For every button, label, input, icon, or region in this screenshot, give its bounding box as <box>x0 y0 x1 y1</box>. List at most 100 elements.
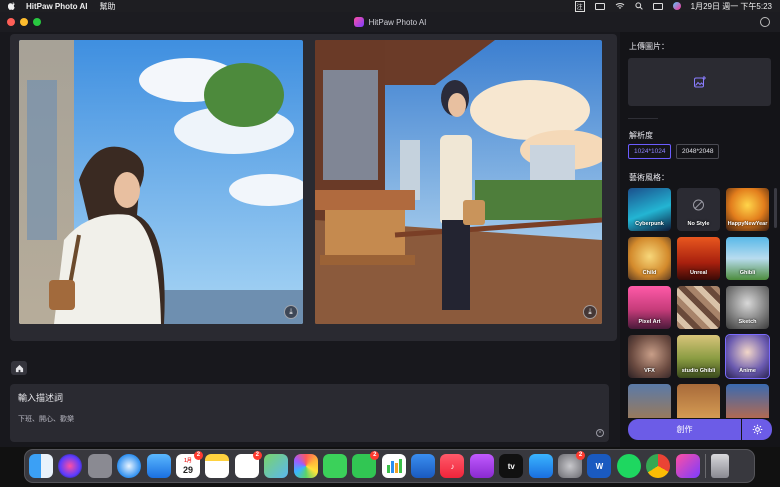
window-title-text: HitPaw Photo AI <box>368 17 427 27</box>
style-label: Anime <box>739 368 756 374</box>
word-label: W <box>595 461 604 471</box>
apple-icon[interactable] <box>8 2 16 10</box>
resolution-2048-button[interactable]: 2048*2048 <box>676 144 720 159</box>
settings-badge: 2 <box>576 451 586 460</box>
style-label: Child <box>642 270 657 276</box>
style-more-1[interactable] <box>628 384 671 418</box>
facetime-badge: 2 <box>370 451 380 460</box>
upload-image-area[interactable] <box>628 58 771 106</box>
numbers-chart-icon <box>386 459 402 473</box>
dock-keynote-icon[interactable] <box>411 454 436 478</box>
style-label: studio Ghibli <box>681 368 716 374</box>
style-label: Sketch <box>738 319 757 325</box>
dock-launchpad-icon[interactable] <box>87 454 112 478</box>
dock-music-icon[interactable]: ♪ <box>440 454 465 478</box>
control-center-icon[interactable] <box>652 2 663 10</box>
style-pixel-art[interactable]: Pixel Art <box>628 286 671 329</box>
art-style-title: 藝術風格： <box>629 173 669 182</box>
clear-prompt-icon[interactable]: × <box>596 429 604 437</box>
style-vfx[interactable]: VFX <box>628 335 671 378</box>
style-grid-scrollbar[interactable] <box>774 188 777 228</box>
input-method-indicator[interactable]: 注 <box>574 0 585 12</box>
style-happynewyear[interactable]: HappyNewYear <box>726 188 769 231</box>
generated-images-area: ⤓ ⤓ <box>10 34 617 341</box>
generated-image-1-art <box>19 40 303 324</box>
menubar-help[interactable]: 幫助 <box>99 1 115 12</box>
no-style-icon <box>693 199 704 211</box>
style-anime[interactable]: Anime <box>725 334 770 379</box>
style-sketch[interactable]: Sketch <box>726 286 769 329</box>
menubar-app-name[interactable]: HitPaw Photo AI <box>26 2 87 11</box>
generated-image-2-art <box>315 40 602 324</box>
gear-icon <box>752 424 762 435</box>
settings-panel: 上傳圖片： 解析度 1024*1024 2048*2048 藝術風格： Cybe… <box>620 32 780 447</box>
style-label: HappyNewYear <box>727 221 768 227</box>
style-studio-ghibli[interactable]: studio Ghibli <box>677 335 720 378</box>
panel-divider <box>628 118 658 119</box>
dock-reminders-icon[interactable]: 2 <box>234 451 262 478</box>
dock-mail-icon[interactable] <box>146 454 171 478</box>
generated-image-2[interactable]: ⤓ <box>315 40 602 324</box>
dock-chrome-icon[interactable] <box>646 454 671 478</box>
battery-icon[interactable] <box>594 2 605 10</box>
style-label: VFX <box>644 368 655 374</box>
dock-tv-icon[interactable]: tv <box>499 454 524 478</box>
reminders-badge: 2 <box>252 451 262 460</box>
download-icon[interactable]: ⤓ <box>284 305 298 319</box>
hitpaw-logo-icon <box>353 17 364 27</box>
dock-podcasts-icon[interactable] <box>469 454 494 478</box>
style-label: Cyberpunk <box>635 221 664 227</box>
tv-label: tv <box>507 461 515 471</box>
create-button[interactable]: 創作 <box>628 419 741 440</box>
dock-hitpaw-icon[interactable] <box>675 454 700 478</box>
resolution-title: 解析度 <box>629 131 653 140</box>
dock-calendar-icon[interactable]: 1月 29 2 <box>175 451 203 478</box>
art-style-grid: Cyberpunk No Style HappyNewYear Child Un… <box>628 188 773 418</box>
style-label: Unreal <box>689 270 708 276</box>
search-icon[interactable] <box>635 2 643 10</box>
dock-spotify-icon[interactable] <box>616 454 641 478</box>
add-image-icon <box>693 76 706 88</box>
macos-menubar: HitPaw Photo AI 幫助 注 1月29日 週一 下午5:23 <box>0 0 780 12</box>
style-unreal[interactable]: Unreal <box>677 237 720 280</box>
generated-image-1[interactable]: ⤓ <box>19 40 303 324</box>
dock-trash-icon[interactable] <box>711 454 730 478</box>
style-more-3[interactable] <box>726 384 769 418</box>
dock-app-store-icon[interactable] <box>528 454 553 478</box>
dock-maps-icon[interactable] <box>264 454 289 478</box>
dock-photos-icon[interactable] <box>293 454 318 478</box>
style-ghibli[interactable]: Ghibli <box>726 237 769 280</box>
style-label: Pixel Art <box>638 319 661 325</box>
siri-icon[interactable] <box>672 2 681 10</box>
dock-word-icon[interactable]: W <box>587 454 612 478</box>
style-no-style[interactable]: No Style <box>677 188 720 231</box>
home-button[interactable] <box>11 361 27 375</box>
home-icon <box>15 364 23 372</box>
dock-safari-icon[interactable] <box>117 454 142 478</box>
prompt-input[interactable]: 下班、開心、歡樂 <box>18 414 601 424</box>
download-icon[interactable]: ⤓ <box>583 305 597 319</box>
style-label: Ghibli <box>739 270 756 276</box>
account-icon[interactable] <box>760 17 770 27</box>
dock-finder-icon[interactable] <box>29 454 53 478</box>
window-titlebar: HitPaw Photo AI <box>0 12 780 32</box>
wifi-icon[interactable] <box>615 2 625 10</box>
style-child[interactable]: Child <box>628 237 671 280</box>
menubar-datetime[interactable]: 1月29日 週一 下午5:23 <box>691 1 772 12</box>
upload-title: 上傳圖片： <box>629 42 669 51</box>
generation-settings-button[interactable] <box>742 419 772 440</box>
dock-notes-icon[interactable] <box>205 454 230 478</box>
dock-messages-icon[interactable] <box>322 454 347 478</box>
dock-system-settings-icon[interactable]: 2 <box>558 451 586 478</box>
resolution-1024-button[interactable]: 1024*1024 <box>628 144 672 159</box>
style-mosaic[interactable] <box>677 286 720 329</box>
dock-facetime-icon[interactable]: 2 <box>352 451 380 478</box>
dock-numbers-icon[interactable] <box>381 454 406 478</box>
style-more-2[interactable] <box>677 384 720 418</box>
style-cyberpunk[interactable]: Cyberpunk <box>628 188 671 231</box>
window-title: HitPaw Photo AI <box>0 17 780 27</box>
macos-dock: 1月 29 2 2 2 ♪ tv 2 W <box>24 449 755 483</box>
prompt-box[interactable]: 輸入描述詞 下班、開心、歡樂 × <box>10 384 609 442</box>
dock-siri-icon[interactable] <box>58 454 83 478</box>
style-label: No Style <box>687 221 710 227</box>
